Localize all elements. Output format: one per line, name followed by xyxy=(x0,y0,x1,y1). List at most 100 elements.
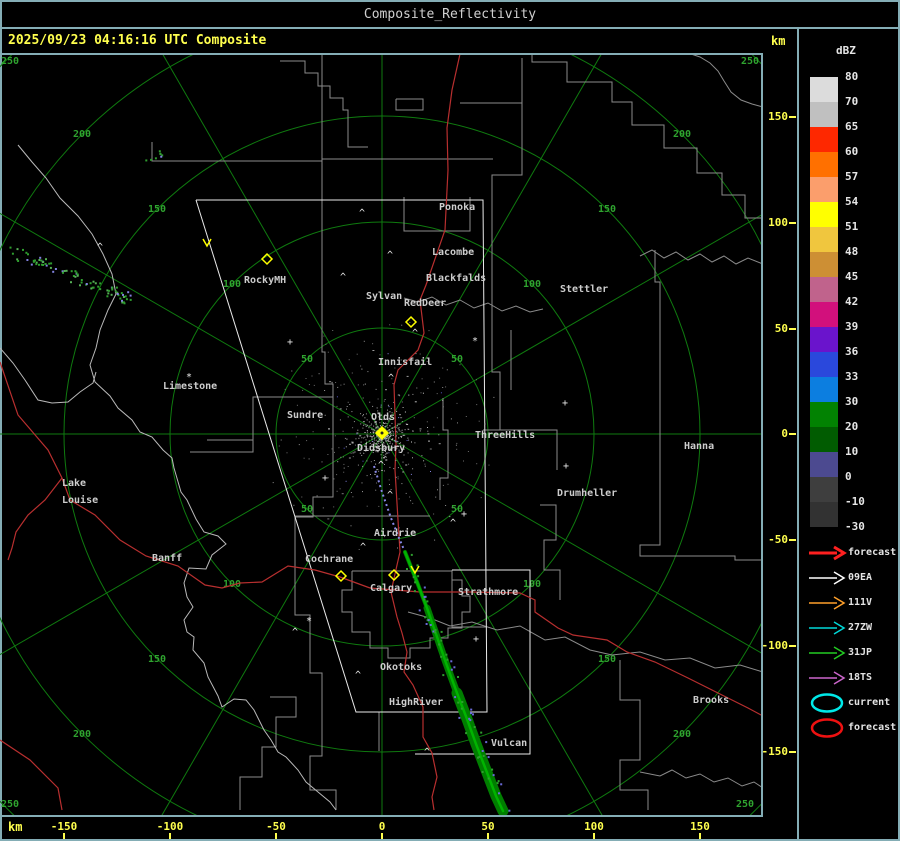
city-label: Brooks xyxy=(693,695,729,706)
y-axis-tick-label: 50 xyxy=(774,322,788,335)
track-arrow-icon xyxy=(809,596,846,610)
track-arrow-icon xyxy=(809,646,846,660)
city-label: Cochrane xyxy=(305,554,353,565)
y-axis-tick xyxy=(789,433,796,435)
x-axis-tick-label: -50 xyxy=(266,820,286,833)
y-axis-tick xyxy=(789,222,796,224)
track-arrow-icon xyxy=(809,545,847,561)
y-axis-tick-label: 100 xyxy=(768,216,788,229)
svg-text:+: + xyxy=(287,337,293,348)
legend-item-track: 31JP xyxy=(806,642,896,664)
svg-text:^: ^ xyxy=(359,208,365,219)
colorbar-value-label: 57 xyxy=(845,170,859,183)
colorbar-swatch xyxy=(810,327,838,352)
track-arrow-icon xyxy=(809,571,846,585)
colorbar-value-label: 10 xyxy=(845,445,859,458)
legend-item-label: 27ZW xyxy=(848,622,873,633)
colorbar-swatch xyxy=(810,202,838,227)
colorbar-swatch xyxy=(810,302,838,327)
colorbar-value-label: 42 xyxy=(845,295,859,308)
x-axis-tick xyxy=(487,833,489,839)
legend-item-cell: current xyxy=(806,692,896,714)
svg-text:^: ^ xyxy=(360,542,366,553)
city-label: Sylvan xyxy=(366,291,402,302)
colorbar-swatch xyxy=(810,477,838,502)
svg-text:150: 150 xyxy=(148,654,166,665)
y-axis-tick xyxy=(789,751,796,753)
svg-text:*: * xyxy=(306,616,312,627)
colorbar-swatch xyxy=(810,427,838,452)
track-arrow-icon xyxy=(809,621,846,635)
svg-text:250: 250 xyxy=(736,799,754,810)
legend-item-label: 18TS xyxy=(848,672,873,683)
svg-text:100: 100 xyxy=(523,279,541,290)
city-label: HighRiver xyxy=(389,696,443,708)
svg-text:^: ^ xyxy=(388,373,394,384)
colorbar-swatch xyxy=(810,502,838,527)
x-axis-tick xyxy=(699,833,701,839)
colorbar-value-label: 45 xyxy=(845,270,859,283)
legend-item-track: 111V xyxy=(806,592,896,614)
y-axis-tick xyxy=(789,328,796,330)
colorbar-value-label: 33 xyxy=(845,370,859,383)
colorbar-swatch xyxy=(810,152,838,177)
city-label: Calgary xyxy=(370,583,412,594)
svg-text:+: + xyxy=(473,634,479,645)
x-axis-tick-label: 0 xyxy=(378,820,386,833)
colorbar-swatch xyxy=(810,402,838,427)
legend-item-track: forecast xyxy=(806,542,896,564)
city-label: Banff xyxy=(152,553,182,564)
city-label: Lacombe xyxy=(432,247,474,258)
colorbar-value-label: 48 xyxy=(845,245,859,258)
colorbar-title: dBZ xyxy=(836,44,856,57)
colorbar-value-label: 70 xyxy=(845,95,859,108)
colorbar-value-label: 80 xyxy=(845,70,859,83)
svg-text:^: ^ xyxy=(450,518,456,529)
city-label: Didsbury xyxy=(357,442,405,454)
svg-text:^: ^ xyxy=(355,670,361,681)
city-label: Okotoks xyxy=(380,662,422,673)
timestamp-label: 2025/09/23 04:16:16 UTC Composite xyxy=(8,33,267,48)
x-axis-tick xyxy=(381,833,383,839)
colorbar-swatch xyxy=(810,452,838,477)
colorbar-value-label: 65 xyxy=(845,120,859,133)
title-bar: Composite_Reflectivity xyxy=(0,2,900,27)
svg-text:250: 250 xyxy=(1,799,19,810)
legend-item-track: 27ZW xyxy=(806,617,896,639)
radar-site-diamond-icon xyxy=(404,315,418,329)
colorbar-swatch xyxy=(810,127,838,152)
x-axis-tick-label: -100 xyxy=(156,820,184,833)
legend-item-track: 09EA xyxy=(806,567,896,589)
svg-text:50: 50 xyxy=(451,354,463,365)
svg-text:50: 50 xyxy=(301,354,313,365)
legend-item-label: 09EA xyxy=(848,572,873,583)
colorbar-swatch xyxy=(810,102,838,127)
y-axis-tick-label: -100 xyxy=(761,639,789,652)
panel-divider xyxy=(797,29,799,841)
city-label: Hanna xyxy=(684,441,714,452)
y-axis-tick-label: 0 xyxy=(781,427,788,440)
legend-item-label: 31JP xyxy=(848,647,873,658)
y-axis-tick-label: 150 xyxy=(768,110,788,123)
city-label: Innisfail xyxy=(378,356,432,368)
x-axis-tick-label: 150 xyxy=(690,820,710,833)
y-axis-tick-label: -50 xyxy=(768,533,788,546)
svg-text:150: 150 xyxy=(148,204,166,215)
y-axis-unit-label: km xyxy=(771,34,786,48)
svg-text:150: 150 xyxy=(598,654,616,665)
radar-app-window: Composite_Reflectivity 2025/09/23 04:16:… xyxy=(0,0,900,841)
colorbar-value-label: 30 xyxy=(845,395,859,408)
legend-item-label: forecast xyxy=(848,547,897,558)
x-axis-tick-label: 100 xyxy=(584,820,604,833)
cell-ellipse-icon xyxy=(810,718,844,738)
radar-map-canvas[interactable]: 50 100 150 200 250 50 100 150 200 250 50 100 150 200 2… xyxy=(0,53,763,817)
track-arrow-icon xyxy=(809,671,846,685)
svg-text:50: 50 xyxy=(301,504,313,515)
y-axis-tick-label: -150 xyxy=(761,745,789,758)
svg-text:*: * xyxy=(472,336,478,347)
svg-text:^: ^ xyxy=(97,242,103,253)
colorbar-swatch xyxy=(810,177,838,202)
svg-text:+: + xyxy=(461,509,467,520)
svg-text:+: + xyxy=(322,473,328,484)
title-separator xyxy=(0,27,900,29)
